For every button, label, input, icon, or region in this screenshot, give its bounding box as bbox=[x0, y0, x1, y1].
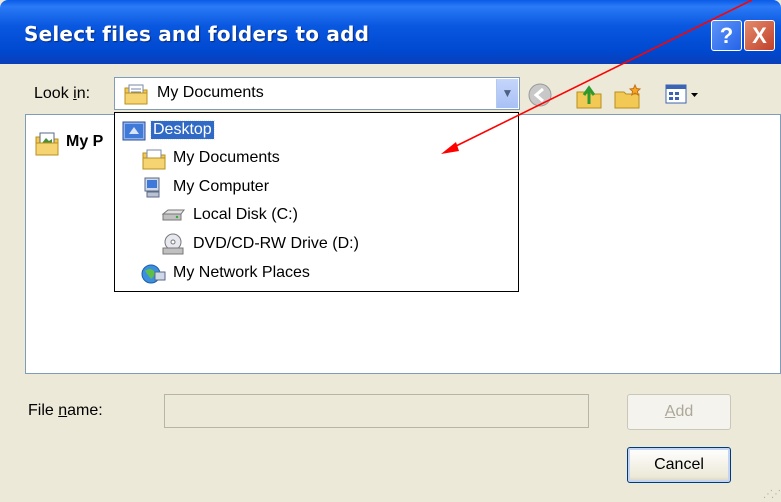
my-pictures-icon bbox=[35, 132, 59, 156]
look-in-dropdown-list[interactable]: Desktop My Documents My Computer Local D… bbox=[114, 112, 519, 292]
help-button[interactable]: ? bbox=[711, 20, 742, 51]
back-icon[interactable] bbox=[527, 82, 553, 108]
file-name-input[interactable] bbox=[164, 394, 589, 428]
chevron-down-icon[interactable]: ▼ bbox=[496, 79, 518, 108]
add-button[interactable]: Add bbox=[627, 394, 731, 430]
close-button[interactable]: X bbox=[744, 20, 775, 51]
network-places-icon bbox=[141, 264, 166, 284]
my-computer-icon bbox=[144, 177, 160, 198]
new-folder-icon[interactable] bbox=[613, 82, 643, 110]
look-in-value: My Documents bbox=[157, 84, 264, 101]
cancel-button[interactable]: Cancel bbox=[627, 447, 731, 483]
my-documents-icon bbox=[142, 149, 166, 170]
look-in-label: Look in: bbox=[34, 85, 91, 102]
dvd-drive-icon bbox=[162, 233, 184, 255]
resize-grip-icon[interactable]: ⋰⋰ bbox=[763, 489, 781, 500]
dialog-window: Select files and folders to add ? X Look… bbox=[0, 0, 781, 502]
look-in-combobox[interactable]: My Documents ▼ bbox=[114, 77, 520, 110]
view-menu-icon[interactable] bbox=[664, 82, 704, 108]
up-folder-icon[interactable] bbox=[575, 82, 605, 110]
window-title: Select files and folders to add bbox=[24, 22, 370, 46]
desktop-icon bbox=[122, 121, 146, 141]
file-name-label: File name: bbox=[28, 402, 103, 419]
title-bar[interactable]: Select files and folders to add ? X bbox=[0, 0, 781, 64]
my-documents-icon bbox=[124, 84, 148, 105]
local-disk-icon bbox=[161, 209, 185, 221]
